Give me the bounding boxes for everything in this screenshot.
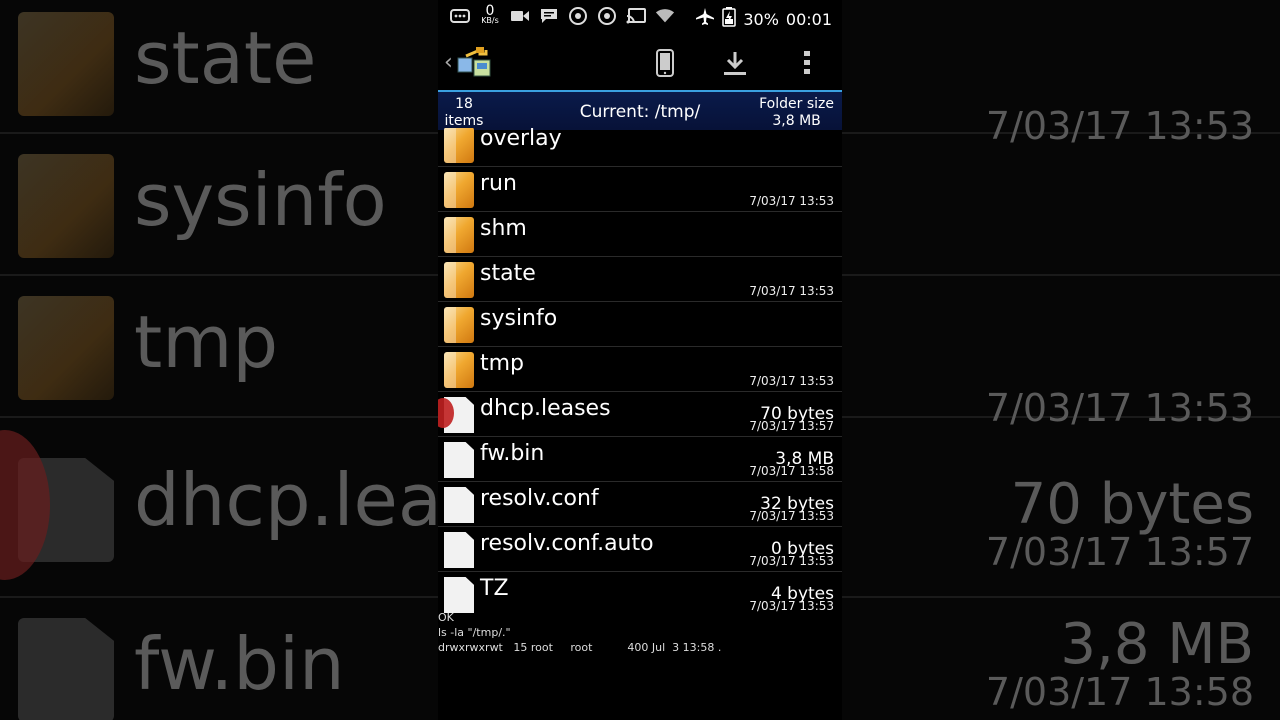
phone-device-icon[interactable] [648,46,682,80]
list-item[interactable]: sysinfo [438,302,842,347]
chrome-icon [568,7,588,25]
bg-file-name: state [134,16,317,100]
back-chevron-icon[interactable]: ‹ [444,50,453,75]
folder-icon [18,296,114,400]
cast-icon [626,7,646,25]
battery-icon [722,7,737,31]
battery-percent: 30% [743,9,779,29]
bg-size: 70 bytes [1010,472,1254,537]
message-icon [450,7,470,25]
folder-icon [444,262,474,298]
file-date: 7/03/17 13:58 [749,464,834,478]
list-item[interactable]: tmp 7/03/17 13:53 [438,347,842,392]
folder-icon [444,307,474,343]
file-icon [444,532,474,568]
file-name: fw.bin [480,441,545,466]
file-name: resolv.conf.auto [480,531,654,556]
folder-icon [444,352,474,388]
list-item[interactable]: resolv.conf 32 bytes 7/03/17 13:53 [438,482,842,527]
file-name: resolv.conf [480,486,599,511]
list-item[interactable]: state 7/03/17 13:53 [438,257,842,302]
airplane-icon [695,7,715,31]
bg-file-name: dhcp.leas [134,458,480,542]
list-item[interactable]: run 7/03/17 13:53 [438,167,842,212]
console-line: drwxrwxrwt 15 root root 400 Jul 3 13:58 … [438,641,722,654]
chat-icon [539,7,559,25]
bg-date: 7/03/17 13:57 [985,530,1254,574]
file-date: 7/03/17 13:53 [749,284,834,298]
bg-date: 7/03/17 13:58 [985,670,1254,714]
wifi-icon [655,7,675,25]
bg-file-name: tmp [134,300,279,384]
net-speed: 0 KB/s [479,4,501,26]
file-name: overlay [480,128,562,151]
items-count-value: 18 [455,96,473,112]
file-name: run [480,171,517,196]
folder-icon [444,128,474,163]
folder-icon [444,217,474,253]
clock: 00:01 [785,9,832,29]
file-date: 7/03/17 13:53 [749,509,834,523]
folder-icon [18,12,114,116]
file-list[interactable]: overlay run 7/03/17 13:53 shm state 7/03… [438,128,842,614]
bg-date: 7/03/17 13:53 [985,386,1254,430]
file-name: sysinfo [480,306,558,331]
more-vert-icon[interactable] [790,46,824,80]
folder-size-label: Folder size [759,96,834,112]
list-item[interactable]: overlay [438,128,842,167]
list-item[interactable]: dhcp.leases 70 bytes 7/03/17 13:57 [438,392,842,437]
app-logo-icon[interactable] [456,46,494,80]
bg-size: 3,8 MB [1060,612,1254,677]
console-line: OK [438,611,454,624]
folder-info-bar: Current: /tmp/ 18 items Folder size 3,8 … [438,90,842,130]
net-speed-unit: KB/s [481,16,499,25]
file-date: 7/03/17 13:53 [749,374,834,388]
bg-date: 7/03/17 13:53 [985,104,1254,148]
list-item[interactable]: shm [438,212,842,257]
file-date: 7/03/17 13:53 [749,554,834,568]
file-name: state [480,261,536,286]
console-line: ls -la "/tmp/." [438,626,511,639]
folder-icon [18,154,114,258]
items-count: 18 items [444,96,484,130]
file-icon [444,577,474,613]
folder-icon [444,172,474,208]
status-bar: 0 KB/s 30% 00:01 [438,0,842,34]
list-item[interactable]: fw.bin 3,8 MB 7/03/17 13:58 [438,437,842,482]
file-icon [444,487,474,523]
folder-size: Folder size 3,8 MB [759,96,834,130]
console-output: OK ls -la "/tmp/." drwxrwxrwt 15 root ro… [438,610,842,655]
list-item[interactable]: TZ 4 bytes 7/03/17 13:53 [438,572,842,614]
video-icon [510,7,530,25]
bg-file-name: fw.bin [134,622,345,706]
file-name: tmp [480,351,525,376]
file-date: 7/03/17 13:53 [749,194,834,208]
file-name: TZ [480,576,509,601]
download-icon[interactable] [718,46,752,80]
file-date: 7/03/17 13:57 [749,419,834,433]
bg-file-name: sysinfo [134,158,387,242]
file-icon [444,442,474,478]
chrome-icon [597,7,617,25]
list-item[interactable]: resolv.conf.auto 0 bytes 7/03/17 13:53 [438,527,842,572]
file-name: shm [480,216,527,241]
file-icon [18,618,114,720]
phone-screen: 0 KB/s 30% 00:01 ‹ Current: /tmp/ 18 ite… [438,0,842,720]
app-toolbar: ‹ [438,34,842,90]
file-name: dhcp.leases [480,396,611,421]
